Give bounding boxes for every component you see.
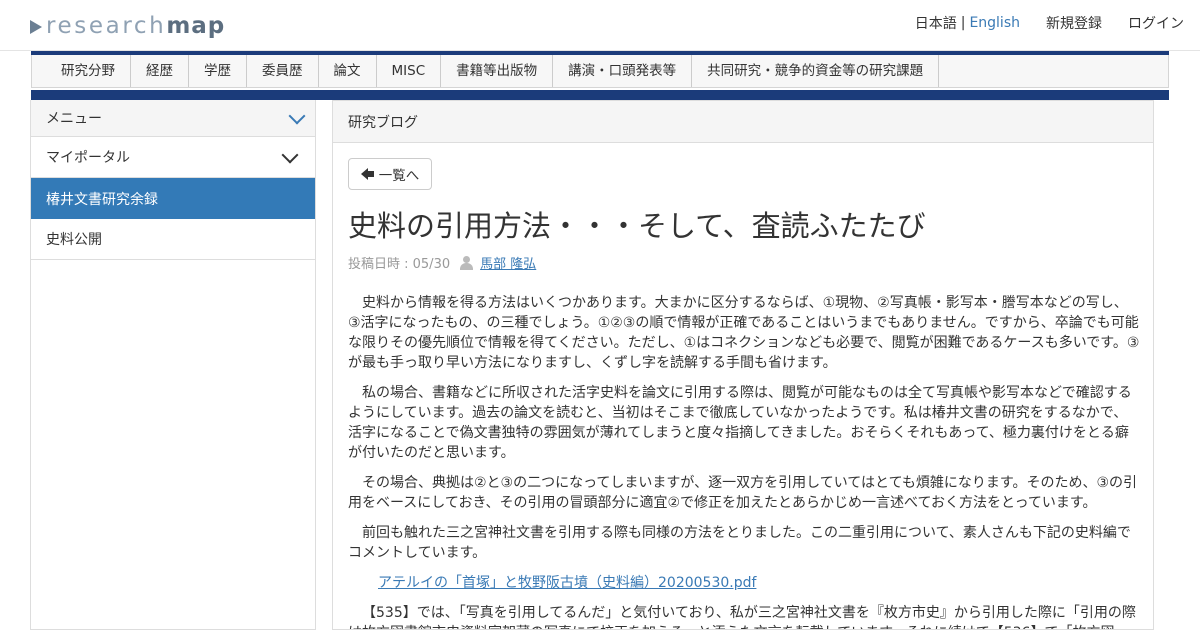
nav-tab-committee[interactable]: 委員歴 <box>247 55 319 87</box>
sidebar: メニュー マイポータル 椿井文書研究余録 史料公開 <box>30 100 316 630</box>
profile-nav: 研究分野 経歴 学歴 委員歴 論文 MISC 書籍等出版物 講演・口頭発表等 共… <box>31 51 1169 100</box>
nav-tab-research-field[interactable]: 研究分野 <box>46 55 131 87</box>
author-link[interactable]: 馬部 隆弘 <box>480 253 536 272</box>
nav-tab-education[interactable]: 学歴 <box>189 55 247 87</box>
nav-tab-misc[interactable]: MISC <box>377 55 442 87</box>
nav-tab-research-projects[interactable]: 共同研究・競争的資金等の研究課題 <box>692 55 940 87</box>
logo-text-map: map <box>166 13 226 39</box>
researchmap-logo[interactable]: research map <box>30 11 225 41</box>
post-date: 投稿日時 : 05/30 <box>348 257 451 272</box>
sidebar-item-documents-public[interactable]: 史料公開 <box>31 219 315 260</box>
logo-play-icon <box>30 20 42 34</box>
pdf-attachment-link[interactable]: アテルイの「首塚」と牧野阪古墳（史料編）20200530.pdf <box>378 573 1140 593</box>
user-icon <box>460 255 474 270</box>
sidebar-item-label: 史料公開 <box>46 232 102 248</box>
login-link[interactable]: ログイン <box>1128 13 1184 33</box>
lang-english-link[interactable]: English <box>969 15 1020 31</box>
back-button-label: 一覧へ <box>378 168 420 184</box>
nav-bottom-bar <box>31 90 1169 100</box>
site-header: research map 日本語 | English 新規登録 ログイン <box>0 0 1200 51</box>
nav-tab-books[interactable]: 書籍等出版物 <box>441 55 554 87</box>
blog-panel: 研究ブログ 一覧へ 史料の引用方法・・・そして、査読ふたたび 投稿日時 : 05… <box>332 100 1154 630</box>
sidebar-menu-label: メニュー <box>46 111 102 127</box>
header-nav: 日本語 | English 新規登録 ログイン <box>915 13 1184 33</box>
chevron-down-icon <box>288 107 306 124</box>
arrow-left-icon <box>360 168 374 180</box>
profile-nav-tabs: 研究分野 経歴 学歴 委員歴 論文 MISC 書籍等出版物 講演・口頭発表等 共… <box>31 55 1169 88</box>
post-title: 史料の引用方法・・・そして、査読ふたたび <box>348 209 926 243</box>
back-to-list-button[interactable]: 一覧へ <box>348 158 432 190</box>
nav-tab-career[interactable]: 経歴 <box>131 55 189 87</box>
sidebar-item-label: マイポータル <box>46 150 130 166</box>
post-paragraph: その場合、典拠は②と③の二つになってしまいますが、逐一双方を引用していてはとても… <box>348 475 1138 511</box>
nav-tab-presentations[interactable]: 講演・口頭発表等 <box>553 55 693 87</box>
post-paragraph: 史料から情報を得る方法はいくつかあります。大まかに区分するならば、①現物、②写真… <box>348 295 1140 371</box>
sidebar-menu-header[interactable]: メニュー <box>31 100 315 137</box>
panel-heading: 研究ブログ <box>333 101 1153 143</box>
chevron-down-icon <box>281 146 299 163</box>
lang-japanese-link[interactable]: 日本語 <box>915 13 957 33</box>
logo-text-research: research <box>46 13 167 39</box>
post-meta: 投稿日時 : 05/30 馬部 隆弘 <box>348 253 536 272</box>
post-paragraph: 私の場合、書籍などに所収された活字史料を論文に引用する際は、閲覧が可能なものは全… <box>348 385 1132 461</box>
register-link[interactable]: 新規登録 <box>1046 13 1102 33</box>
lang-separator: | <box>960 15 966 31</box>
sidebar-item-tsubai-blog[interactable]: 椿井文書研究余録 <box>31 178 315 219</box>
post-paragraph: 【535】では、「写真を引用してるんだ」と気付いており、私が三之宮神社文書を『枚… <box>348 605 1136 629</box>
post-paragraph: 前回も触れた三之宮神社文書を引用する際も同様の方法をとりました。この二重引用につ… <box>348 525 1131 561</box>
post-content: 史料から情報を得る方法はいくつかあります。大まかに区分するならば、①現物、②写真… <box>348 293 1140 629</box>
nav-tab-papers[interactable]: 論文 <box>319 55 377 87</box>
sidebar-item-label: 椿井文書研究余録 <box>46 191 158 208</box>
sidebar-item-my-portal[interactable]: マイポータル <box>31 137 315 178</box>
